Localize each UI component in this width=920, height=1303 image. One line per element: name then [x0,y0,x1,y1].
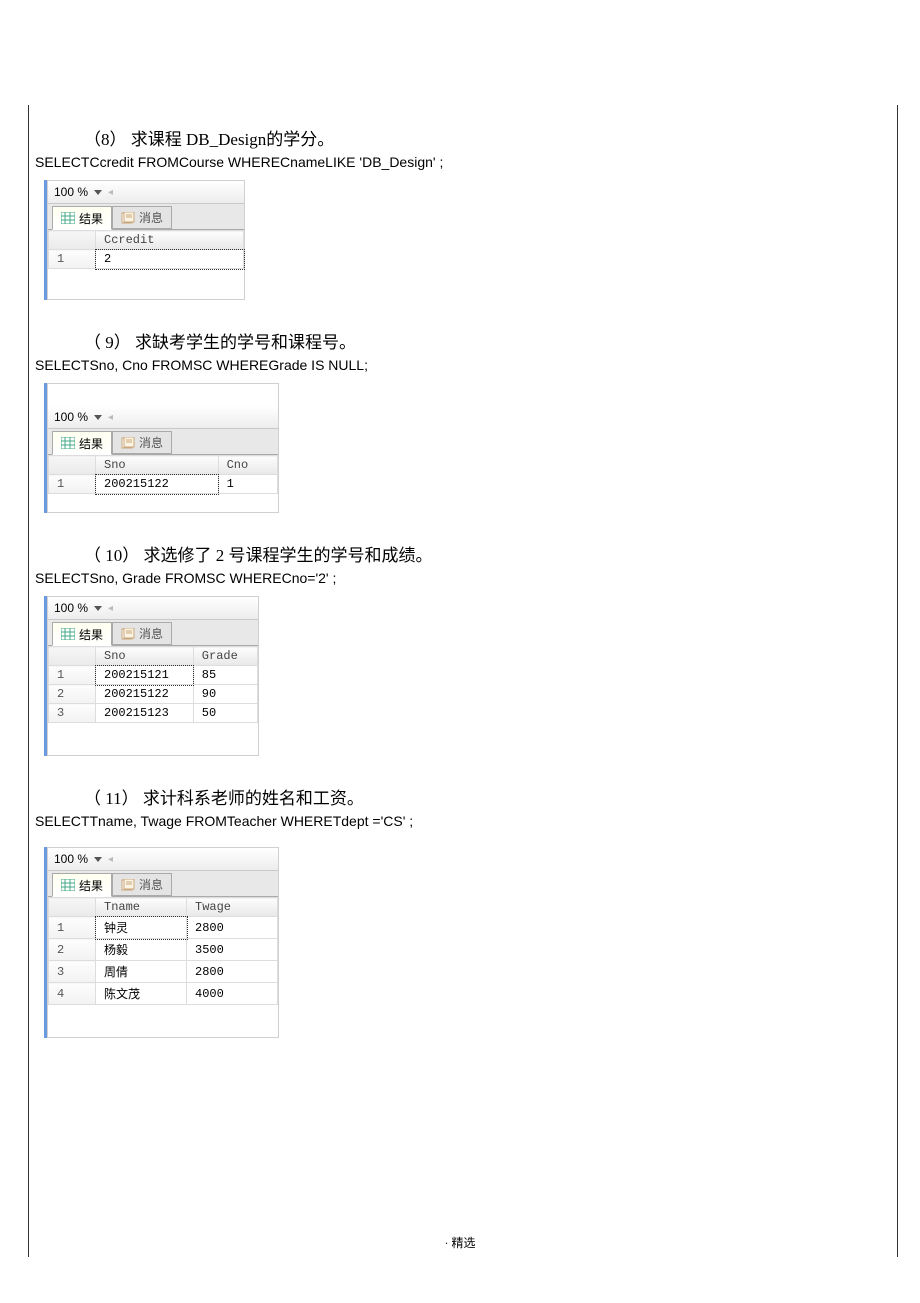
tab-messages[interactable]: 消息 [112,206,172,229]
tab-results[interactable]: 结果 [52,431,112,455]
scroll-icon [121,212,135,224]
cell[interactable]: 周倩 [96,961,187,983]
cell[interactable]: 钟灵 [96,917,187,939]
col-cno[interactable]: Cno [218,456,277,475]
q11-num: （ 11） [84,789,139,808]
tab-results-label: 结果 [79,877,103,894]
row-num[interactable]: 3 [49,704,96,723]
row-num[interactable]: 1 [49,666,96,685]
result-table-q11: TnameTwage 1钟灵2800 2杨毅3500 3周倩2800 4陈文茂4… [48,897,278,1005]
footer-watermark: · 精选 [0,1234,920,1251]
question-11: （ 11） 求计科系老师的姓名和工资。 [84,784,885,809]
cell[interactable]: 2800 [187,961,278,983]
zoom-bar: 100 % ◂ [48,597,258,620]
tab-results[interactable]: 结果 [52,873,112,897]
col-tname[interactable]: Tname [96,898,187,917]
sql-q8: SELECTCcredit FROMCourse WHERECnameLIKE … [35,154,885,170]
tab-results-label: 结果 [79,210,103,227]
cell[interactable]: 4000 [187,983,278,1005]
table-icon [61,212,75,224]
row-num[interactable]: 4 [49,983,96,1005]
scroll-icon [121,628,135,640]
row-num[interactable]: 1 [49,250,96,269]
cell-cno[interactable]: 1 [218,475,277,494]
row-num[interactable]: 3 [49,961,96,983]
result-table-q10: SnoGrade 120021512185 220021512290 32002… [48,646,258,723]
q10-text: 求选修了 2 号课程学生的学号和成绩。 [144,546,433,565]
result-panel-q11: 100 % ◂ 结果 消息 [47,847,279,1038]
col-grade[interactable]: Grade [193,647,257,666]
col-ccredit[interactable]: Ccredit [96,231,244,250]
tab-results[interactable]: 结果 [52,622,112,646]
zoom-bar: 100 % ◂ [48,848,278,871]
cell[interactable]: 50 [193,704,257,723]
row-num[interactable]: 1 [49,917,96,939]
cell[interactable]: 3500 [187,939,278,961]
cell[interactable]: 200215123 [96,704,194,723]
cell[interactable]: 85 [193,666,257,685]
question-9: （ 9） 求缺考学生的学号和课程号。 [84,328,885,353]
cell[interactable]: 杨毅 [96,939,187,961]
tab-messages-label: 消息 [139,209,163,226]
row-num[interactable]: 2 [49,939,96,961]
tab-results[interactable]: 结果 [52,206,112,230]
cell-sno[interactable]: 200215122 [96,475,219,494]
zoom-label: 100 % [54,410,88,424]
result-panel-q8: 100 % ◂ 结果 消息 [47,180,245,300]
cell[interactable]: 200215122 [96,685,194,704]
tab-messages[interactable]: 消息 [112,431,172,454]
result-panel-q10: 100 % ◂ 结果 消息 [47,596,259,756]
zoom-label: 100 % [54,185,88,199]
sql-q9: SELECTSno, Cno FROMSC WHEREGrade IS NULL… [35,357,885,373]
col-twage[interactable]: Twage [187,898,278,917]
cell[interactable]: 陈文茂 [96,983,187,1005]
result-table-q9: SnoCno 12002151221 [48,455,278,494]
table-icon [61,879,75,891]
tab-messages-label: 消息 [139,625,163,642]
result-panel-q9: 100 % ◂ 结果 消息 [47,383,279,513]
zoom-dropdown-icon[interactable] [94,415,102,420]
cell[interactable]: 200215121 [96,666,194,685]
cell-ccredit[interactable]: 2 [96,250,244,269]
zoom-dropdown-icon[interactable] [94,857,102,862]
result-table-q8: Ccredit 12 [48,230,244,269]
row-num[interactable]: 1 [49,475,96,494]
col-sno[interactable]: Sno [96,647,194,666]
q9-text: 求缺考学生的学号和课程号。 [135,333,356,352]
question-8: （8） 求课程 DB_Design的学分。 [84,125,885,150]
tab-messages[interactable]: 消息 [112,622,172,645]
q8-text: 求课程 DB_Design的学分。 [131,130,335,149]
col-sno[interactable]: Sno [96,456,219,475]
zoom-bar: 100 % ◂ [48,181,244,204]
row-num[interactable]: 2 [49,685,96,704]
tab-messages-label: 消息 [139,434,163,451]
q10-num: （ 10） [84,546,139,565]
cell[interactable]: 2800 [187,917,278,939]
zoom-label: 100 % [54,852,88,866]
sql-q10: SELECTSno, Grade FROMSC WHERECno='2' ; [35,570,885,586]
tab-results-label: 结果 [79,435,103,452]
sql-q11: SELECTTname, Twage FROMTeacher WHERETdep… [35,813,885,829]
q9-num: （ 9） [84,333,131,352]
table-icon [61,437,75,449]
tabs-bar: 结果 消息 [48,871,278,897]
zoom-bar: 100 % ◂ [48,406,278,429]
zoom-label: 100 % [54,601,88,615]
table-icon [61,628,75,640]
q8-num: （8） [84,130,127,149]
zoom-dropdown-icon[interactable] [94,190,102,195]
tab-messages[interactable]: 消息 [112,873,172,896]
zoom-dropdown-icon[interactable] [94,606,102,611]
tab-messages-label: 消息 [139,876,163,893]
tabs-bar: 结果 消息 [48,204,244,230]
tabs-bar: 结果 消息 [48,429,278,455]
content-frame: （8） 求课程 DB_Design的学分。 SELECTCcredit FROM… [28,105,898,1257]
tab-results-label: 结果 [79,626,103,643]
question-10: （ 10） 求选修了 2 号课程学生的学号和成绩。 [84,541,885,566]
tabs-bar: 结果 消息 [48,620,258,646]
scroll-icon [121,437,135,449]
scroll-icon [121,879,135,891]
q11-text: 求计科系老师的姓名和工资。 [143,789,364,808]
cell[interactable]: 90 [193,685,257,704]
